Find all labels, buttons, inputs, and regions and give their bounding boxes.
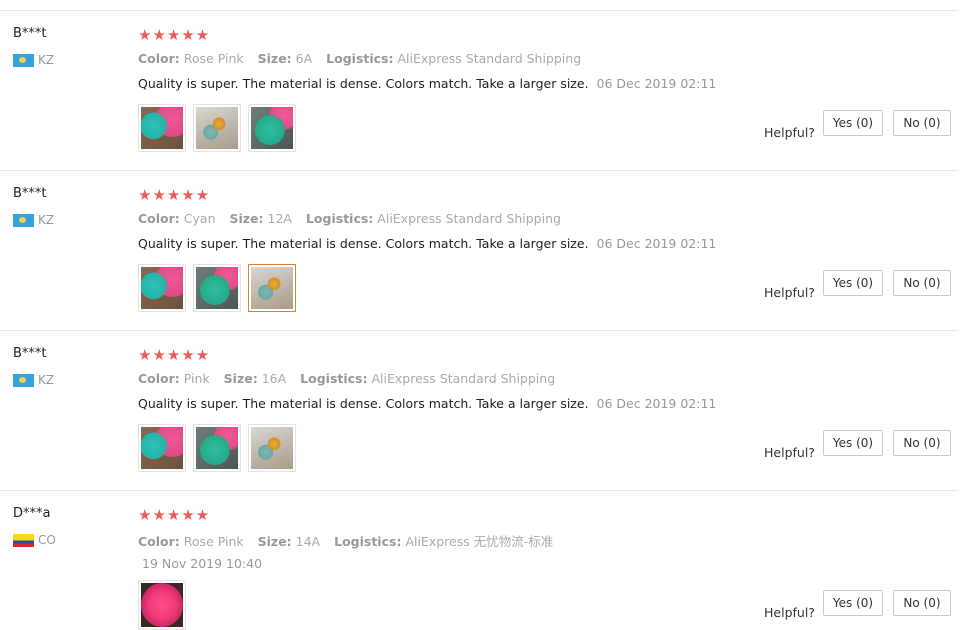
color-label: Color: bbox=[138, 534, 180, 549]
reviewer-country: KZ bbox=[13, 373, 54, 387]
review-photo-thumbnail[interactable] bbox=[138, 104, 186, 152]
review-date: 06 Dec 2019 02:11 bbox=[596, 396, 717, 411]
star-rating: ★★★★★ bbox=[138, 506, 211, 524]
size-value: 16A bbox=[261, 371, 287, 386]
helpful-label: Helpful? bbox=[764, 125, 815, 140]
star-rating: ★★★★★ bbox=[138, 186, 211, 204]
review-photo-thumbnail[interactable] bbox=[193, 424, 241, 472]
reviewer-country: KZ bbox=[13, 53, 54, 67]
color-value: Rose Pink bbox=[183, 534, 244, 549]
top-divider bbox=[0, 10, 958, 11]
teal-photo bbox=[196, 267, 238, 309]
size-value: 12A bbox=[267, 211, 292, 226]
flowers-photo bbox=[251, 427, 293, 469]
reviewer-name: D***a bbox=[13, 506, 51, 521]
logistics-label: Logistics: bbox=[300, 371, 368, 386]
review-photo-thumbnail-selected[interactable] bbox=[248, 264, 296, 312]
country-code: CO bbox=[38, 533, 56, 547]
kz-flag-icon bbox=[13, 213, 34, 227]
helpful-label: Helpful? bbox=[764, 285, 815, 300]
reviewer-country: CO bbox=[13, 533, 56, 547]
color-value: Rose Pink bbox=[183, 51, 244, 66]
review-text: Quality is super. The material is dense.… bbox=[138, 236, 716, 251]
review-item: B***t KZ ★★★★★ Color: Cyan Size: 12A Log… bbox=[0, 172, 971, 332]
review-item: B***t KZ ★★★★★ Color: Pink Size: 16A Log… bbox=[0, 332, 971, 492]
color-value: Pink bbox=[183, 371, 210, 386]
kz-flag-icon bbox=[13, 373, 34, 387]
review-date: 19 Nov 2019 10:40 bbox=[142, 556, 263, 571]
reviewer-country: KZ bbox=[13, 213, 54, 227]
helpful-label: Helpful? bbox=[764, 445, 815, 460]
kz-flag-icon bbox=[13, 53, 34, 67]
review-text: Quality is super. The material is dense.… bbox=[138, 76, 716, 91]
color-label: Color: bbox=[138, 51, 180, 66]
reviewer-name: B***t bbox=[13, 186, 47, 201]
helpful-label: Helpful? bbox=[764, 605, 815, 620]
logistics-label: Logistics: bbox=[334, 534, 402, 549]
review-photo-thumbnail[interactable] bbox=[193, 104, 241, 152]
review-photo-thumbnail[interactable] bbox=[138, 264, 186, 312]
helpful-yes-button[interactable]: Yes (0) bbox=[823, 110, 883, 136]
review-meta: Color: Rose Pink Size: 6A Logistics: Ali… bbox=[138, 51, 591, 66]
color-value: Cyan bbox=[183, 211, 216, 226]
review-meta: Color: Cyan Size: 12A Logistics: AliExpr… bbox=[138, 211, 571, 226]
star-rating: ★★★★★ bbox=[138, 26, 211, 44]
review-meta: Color: Rose Pink Size: 14A Logistics: Al… bbox=[138, 531, 563, 550]
color-label: Color: bbox=[138, 371, 180, 386]
teal-pink-photo bbox=[141, 107, 183, 149]
logistics-value: AliExpress 无忧物流-标准 bbox=[405, 534, 554, 549]
star-rating: ★★★★★ bbox=[138, 346, 211, 364]
helpful-no-button[interactable]: No (0) bbox=[893, 270, 951, 296]
teal-photo bbox=[196, 427, 238, 469]
size-value: 6A bbox=[295, 51, 313, 66]
reviewer-name: B***t bbox=[13, 346, 47, 361]
size-label: Size: bbox=[257, 51, 292, 66]
co-flag-icon bbox=[13, 533, 34, 547]
review-date: 06 Dec 2019 02:11 bbox=[596, 76, 717, 91]
review-text: Quality is super. The material is dense.… bbox=[138, 396, 716, 411]
size-value: 14A bbox=[295, 534, 321, 549]
review-item: D***a CO ★★★★★ Color: Rose Pink Size: 14… bbox=[0, 492, 971, 630]
teal-pink-photo bbox=[141, 427, 183, 469]
helpful-no-button[interactable]: No (0) bbox=[893, 110, 951, 136]
review-photo-thumbnail[interactable] bbox=[138, 424, 186, 472]
teal-photo bbox=[251, 107, 293, 149]
country-code: KZ bbox=[38, 53, 55, 67]
review-photo-thumbnail[interactable] bbox=[248, 104, 296, 152]
teal-pink-photo bbox=[141, 267, 183, 309]
flowers-photo bbox=[196, 107, 238, 149]
size-label: Size: bbox=[257, 534, 292, 549]
review-photo-thumbnail[interactable] bbox=[248, 424, 296, 472]
pink-photo bbox=[141, 583, 183, 627]
review-body: Quality is super. The material is dense.… bbox=[138, 396, 589, 411]
helpful-no-button[interactable]: No (0) bbox=[893, 590, 951, 616]
helpful-yes-button[interactable]: Yes (0) bbox=[823, 430, 883, 456]
review-meta: Color: Pink Size: 16A Logistics: AliExpr… bbox=[138, 371, 565, 386]
reviewer-name: B***t bbox=[13, 26, 47, 41]
country-code: KZ bbox=[38, 373, 55, 387]
helpful-yes-button[interactable]: Yes (0) bbox=[823, 590, 883, 616]
color-label: Color: bbox=[138, 211, 180, 226]
logistics-label: Logistics: bbox=[326, 51, 394, 66]
review-photo-thumbnail[interactable] bbox=[193, 264, 241, 312]
helpful-no-button[interactable]: No (0) bbox=[893, 430, 951, 456]
size-label: Size: bbox=[229, 211, 264, 226]
logistics-value: AliExpress Standard Shipping bbox=[377, 211, 561, 226]
logistics-value: AliExpress Standard Shipping bbox=[371, 371, 556, 386]
size-label: Size: bbox=[223, 371, 258, 386]
review-body: Quality is super. The material is dense.… bbox=[138, 76, 589, 91]
review-date: 06 Dec 2019 02:11 bbox=[596, 236, 717, 251]
logistics-value: AliExpress Standard Shipping bbox=[397, 51, 582, 66]
review-body: Quality is super. The material is dense.… bbox=[138, 236, 589, 251]
logistics-label: Logistics: bbox=[305, 211, 374, 226]
review-item: B***t KZ ★★★★★ Color: Rose Pink Size: 6A… bbox=[0, 12, 971, 172]
country-code: KZ bbox=[38, 213, 55, 227]
flowers-photo bbox=[251, 267, 293, 309]
review-photo-thumbnail[interactable] bbox=[138, 580, 186, 630]
helpful-yes-button[interactable]: Yes (0) bbox=[823, 270, 883, 296]
